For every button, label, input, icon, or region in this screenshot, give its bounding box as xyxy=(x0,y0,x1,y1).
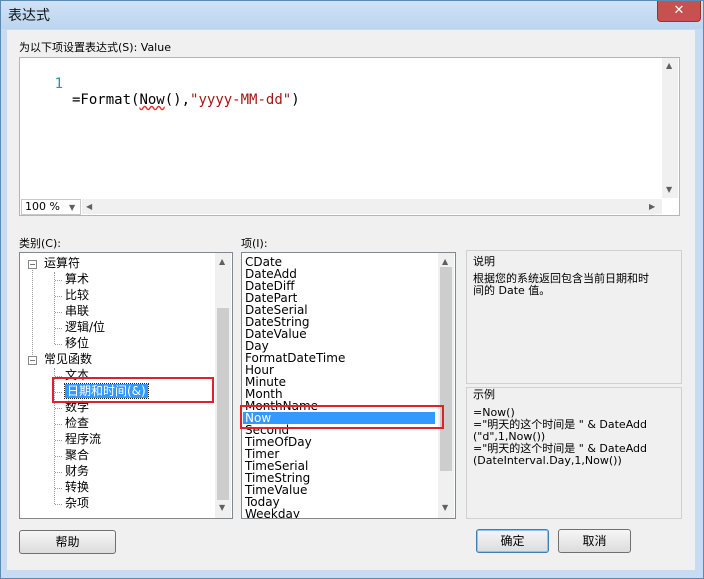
tree-item[interactable]: 程序流 xyxy=(65,432,101,447)
description-text: 根据您的系统返回包含当前日期和时 间的 Date 值。 xyxy=(473,272,649,297)
close-button[interactable]: ✕ xyxy=(657,1,701,22)
dialog-title: 表达式 xyxy=(8,8,50,24)
items-scrollbar[interactable]: ▲ ▼ xyxy=(438,253,454,518)
tree-item-label: 转换 xyxy=(65,480,90,494)
tree-item[interactable]: 逻辑/位 xyxy=(65,320,105,335)
tree-item-label: 比较 xyxy=(65,288,90,302)
ok-button[interactable]: 确定 xyxy=(476,529,549,553)
tree-item[interactable]: 检查 xyxy=(65,416,89,431)
scroll-up-icon[interactable]: ▲ xyxy=(219,257,225,267)
tree-item[interactable]: 聚合 xyxy=(65,448,89,463)
tree-item-label: 算术 xyxy=(65,272,90,286)
scroll-up-icon[interactable]: ▲ xyxy=(442,257,448,267)
zoom-dropdown[interactable]: 100 % ▼ xyxy=(21,199,81,215)
scroll-right-icon[interactable]: ▶ xyxy=(649,202,655,212)
scroll-thumb[interactable] xyxy=(440,267,452,471)
scroll-down-icon[interactable]: ▼ xyxy=(666,185,672,195)
scroll-down-icon[interactable]: ▼ xyxy=(219,503,225,513)
tree-item-label: 运算符 xyxy=(44,256,81,270)
category-highlight-box xyxy=(52,377,214,403)
list-item[interactable]: Weekday xyxy=(245,508,300,518)
tree-item[interactable]: 比较 xyxy=(65,288,89,303)
chevron-down-icon: ▼ xyxy=(69,203,76,212)
description-panel xyxy=(466,250,682,384)
category-label: 类别(C): xyxy=(19,237,61,250)
tree-item-label: 逻辑/位 xyxy=(65,320,106,334)
tree-item-label: 串联 xyxy=(65,304,90,318)
expression-label: 为以下项设置表达式(S): Value xyxy=(19,41,171,54)
items-list[interactable]: CDate DateAdd DateDiff DatePart DateSerial Da… xyxy=(241,252,456,519)
item-highlight-box xyxy=(240,405,444,429)
code-text: =Format(Now(),"yyyy-MM-dd") xyxy=(72,92,300,108)
tree-item[interactable]: 算术 xyxy=(65,272,89,287)
tree-item[interactable]: 财务 xyxy=(65,464,89,479)
tree-item-label: 杂项 xyxy=(65,496,90,510)
scroll-down-icon[interactable]: ▼ xyxy=(442,503,448,513)
example-text: =Now() ="明天的这个时间是 " & DateAdd ("d",1,Now… xyxy=(473,406,647,467)
tree-group-item[interactable]: 常见函数 xyxy=(44,352,92,367)
tree-item-label: 检查 xyxy=(65,416,90,430)
tree-item[interactable]: 串联 xyxy=(65,304,89,319)
tree-item-label: 移位 xyxy=(65,336,90,350)
scroll-thumb[interactable] xyxy=(217,308,229,500)
zoom-value: 100 % xyxy=(25,200,60,213)
help-button[interactable]: 帮助 xyxy=(19,530,116,554)
tree-item-label: 财务 xyxy=(65,464,90,478)
tree-item-label: 程序流 xyxy=(65,432,102,446)
description-title: 说明 xyxy=(473,255,495,268)
title-bar[interactable]: 表达式 ✕ xyxy=(1,1,703,29)
category-scrollbar[interactable]: ▲ ▼ xyxy=(215,253,231,518)
tree-item-label: 聚合 xyxy=(65,448,90,462)
tree-item[interactable]: 转换 xyxy=(65,480,89,495)
tree-item[interactable]: 杂项 xyxy=(65,496,89,511)
scroll-up-icon[interactable]: ▲ xyxy=(666,61,672,71)
example-title: 示例 xyxy=(473,388,495,401)
items-label: 项(I): xyxy=(241,237,268,250)
collapse-icon[interactable]: − xyxy=(28,356,37,365)
expression-editor[interactable]: 1 =Format(Now(),"yyyy-MM-dd") ▲ ▼ ◀ ▶ xyxy=(19,57,680,216)
collapse-icon[interactable]: − xyxy=(28,260,37,269)
tree-item[interactable]: 移位 xyxy=(65,336,89,351)
line-number: 1 xyxy=(54,76,63,92)
cancel-button[interactable]: 取消 xyxy=(558,529,631,553)
close-icon: ✕ xyxy=(673,3,685,18)
code-line: 1 =Format(Now(),"yyyy-MM-dd") xyxy=(20,60,300,124)
editor-vertical-scrollbar[interactable]: ▲ ▼ xyxy=(662,58,678,198)
scroll-left-icon[interactable]: ◀ xyxy=(86,202,92,212)
tree-group-item[interactable]: 运算符 xyxy=(44,256,80,271)
tree-item-label: 常见函数 xyxy=(44,352,93,366)
editor-horizontal-scrollbar[interactable]: ◀ ▶ xyxy=(82,199,662,214)
